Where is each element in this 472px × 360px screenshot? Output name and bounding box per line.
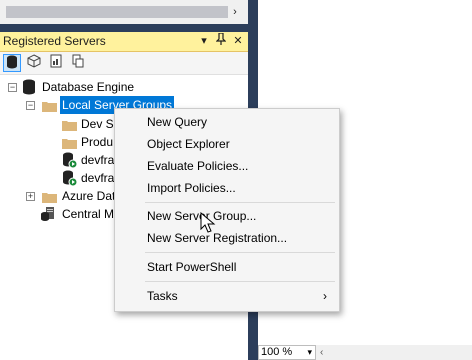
tree-node-label: devfra (81, 153, 115, 167)
reporting-services-icon[interactable] (47, 54, 65, 72)
menu-item-tasks[interactable]: Tasks › (115, 285, 339, 307)
tree-node-label: Azure Dat (62, 189, 116, 203)
menu-item-object-explorer[interactable]: Object Explorer (115, 133, 339, 155)
zoom-dropdown[interactable]: 100 % ▾ (258, 345, 316, 360)
menu-item-new-server-group[interactable]: New Server Group... (115, 205, 339, 227)
collapse-icon[interactable]: − (26, 101, 35, 110)
window-position-dropdown-icon[interactable]: ▾ (196, 33, 212, 49)
splitter-horizontal[interactable] (0, 24, 250, 32)
panel-title: Registered Servers (3, 34, 106, 48)
zoom-value: 100 % (261, 346, 293, 358)
context-menu: New Query Object Explorer Evaluate Polic… (114, 108, 340, 312)
menu-item-new-query[interactable]: New Query (115, 111, 339, 133)
central-management-server-icon (40, 206, 56, 222)
menu-item-evaluate-policies[interactable]: Evaluate Policies... (115, 155, 339, 177)
submenu-arrow-icon: › (323, 289, 327, 303)
menu-item-import-policies[interactable]: Import Policies... (115, 177, 339, 199)
menu-separator (145, 281, 335, 282)
menu-item-start-powershell[interactable]: Start PowerShell (115, 256, 339, 278)
folder-icon (42, 190, 58, 206)
expand-icon[interactable]: + (26, 192, 35, 201)
database-icon (22, 79, 38, 95)
pin-icon[interactable] (213, 32, 229, 49)
tree-node-label: Central M (62, 207, 115, 221)
integration-services-icon[interactable] (69, 54, 87, 72)
tree-node-label: devfra (81, 171, 115, 185)
server-running-icon (62, 152, 78, 169)
registered-servers-title-bar: Registered Servers ▾ ✕ (0, 32, 248, 52)
menu-separator (145, 202, 335, 203)
analysis-services-icon[interactable] (25, 54, 43, 72)
server-running-icon (62, 170, 78, 187)
mouse-cursor-icon (200, 211, 216, 234)
collapse-icon[interactable]: − (8, 83, 17, 92)
top-horizontal-scrollbar[interactable]: › (0, 0, 248, 24)
folder-icon (42, 99, 57, 112)
tree-node-label: Produ (81, 135, 114, 149)
registered-servers-toolbar (0, 52, 248, 75)
scroll-right-arrow[interactable]: › (228, 4, 242, 20)
folder-icon (62, 136, 78, 152)
scroll-left-arrow[interactable]: ‹ (320, 345, 323, 360)
chevron-down-icon: ▾ (307, 347, 312, 357)
menu-separator (145, 252, 335, 253)
tree-node-database-engine[interactable]: − Database Engine (0, 78, 248, 96)
close-icon[interactable]: ✕ (230, 33, 246, 49)
editor-horizontal-scrollbar[interactable]: ‹ (316, 345, 472, 360)
menu-item-new-server-registration[interactable]: New Server Registration... (115, 227, 339, 249)
folder-icon (62, 118, 78, 134)
scrollbar-thumb[interactable] (6, 6, 228, 18)
database-engine-icon[interactable] (3, 54, 21, 72)
tree-node-label: Database Engine (42, 80, 135, 94)
